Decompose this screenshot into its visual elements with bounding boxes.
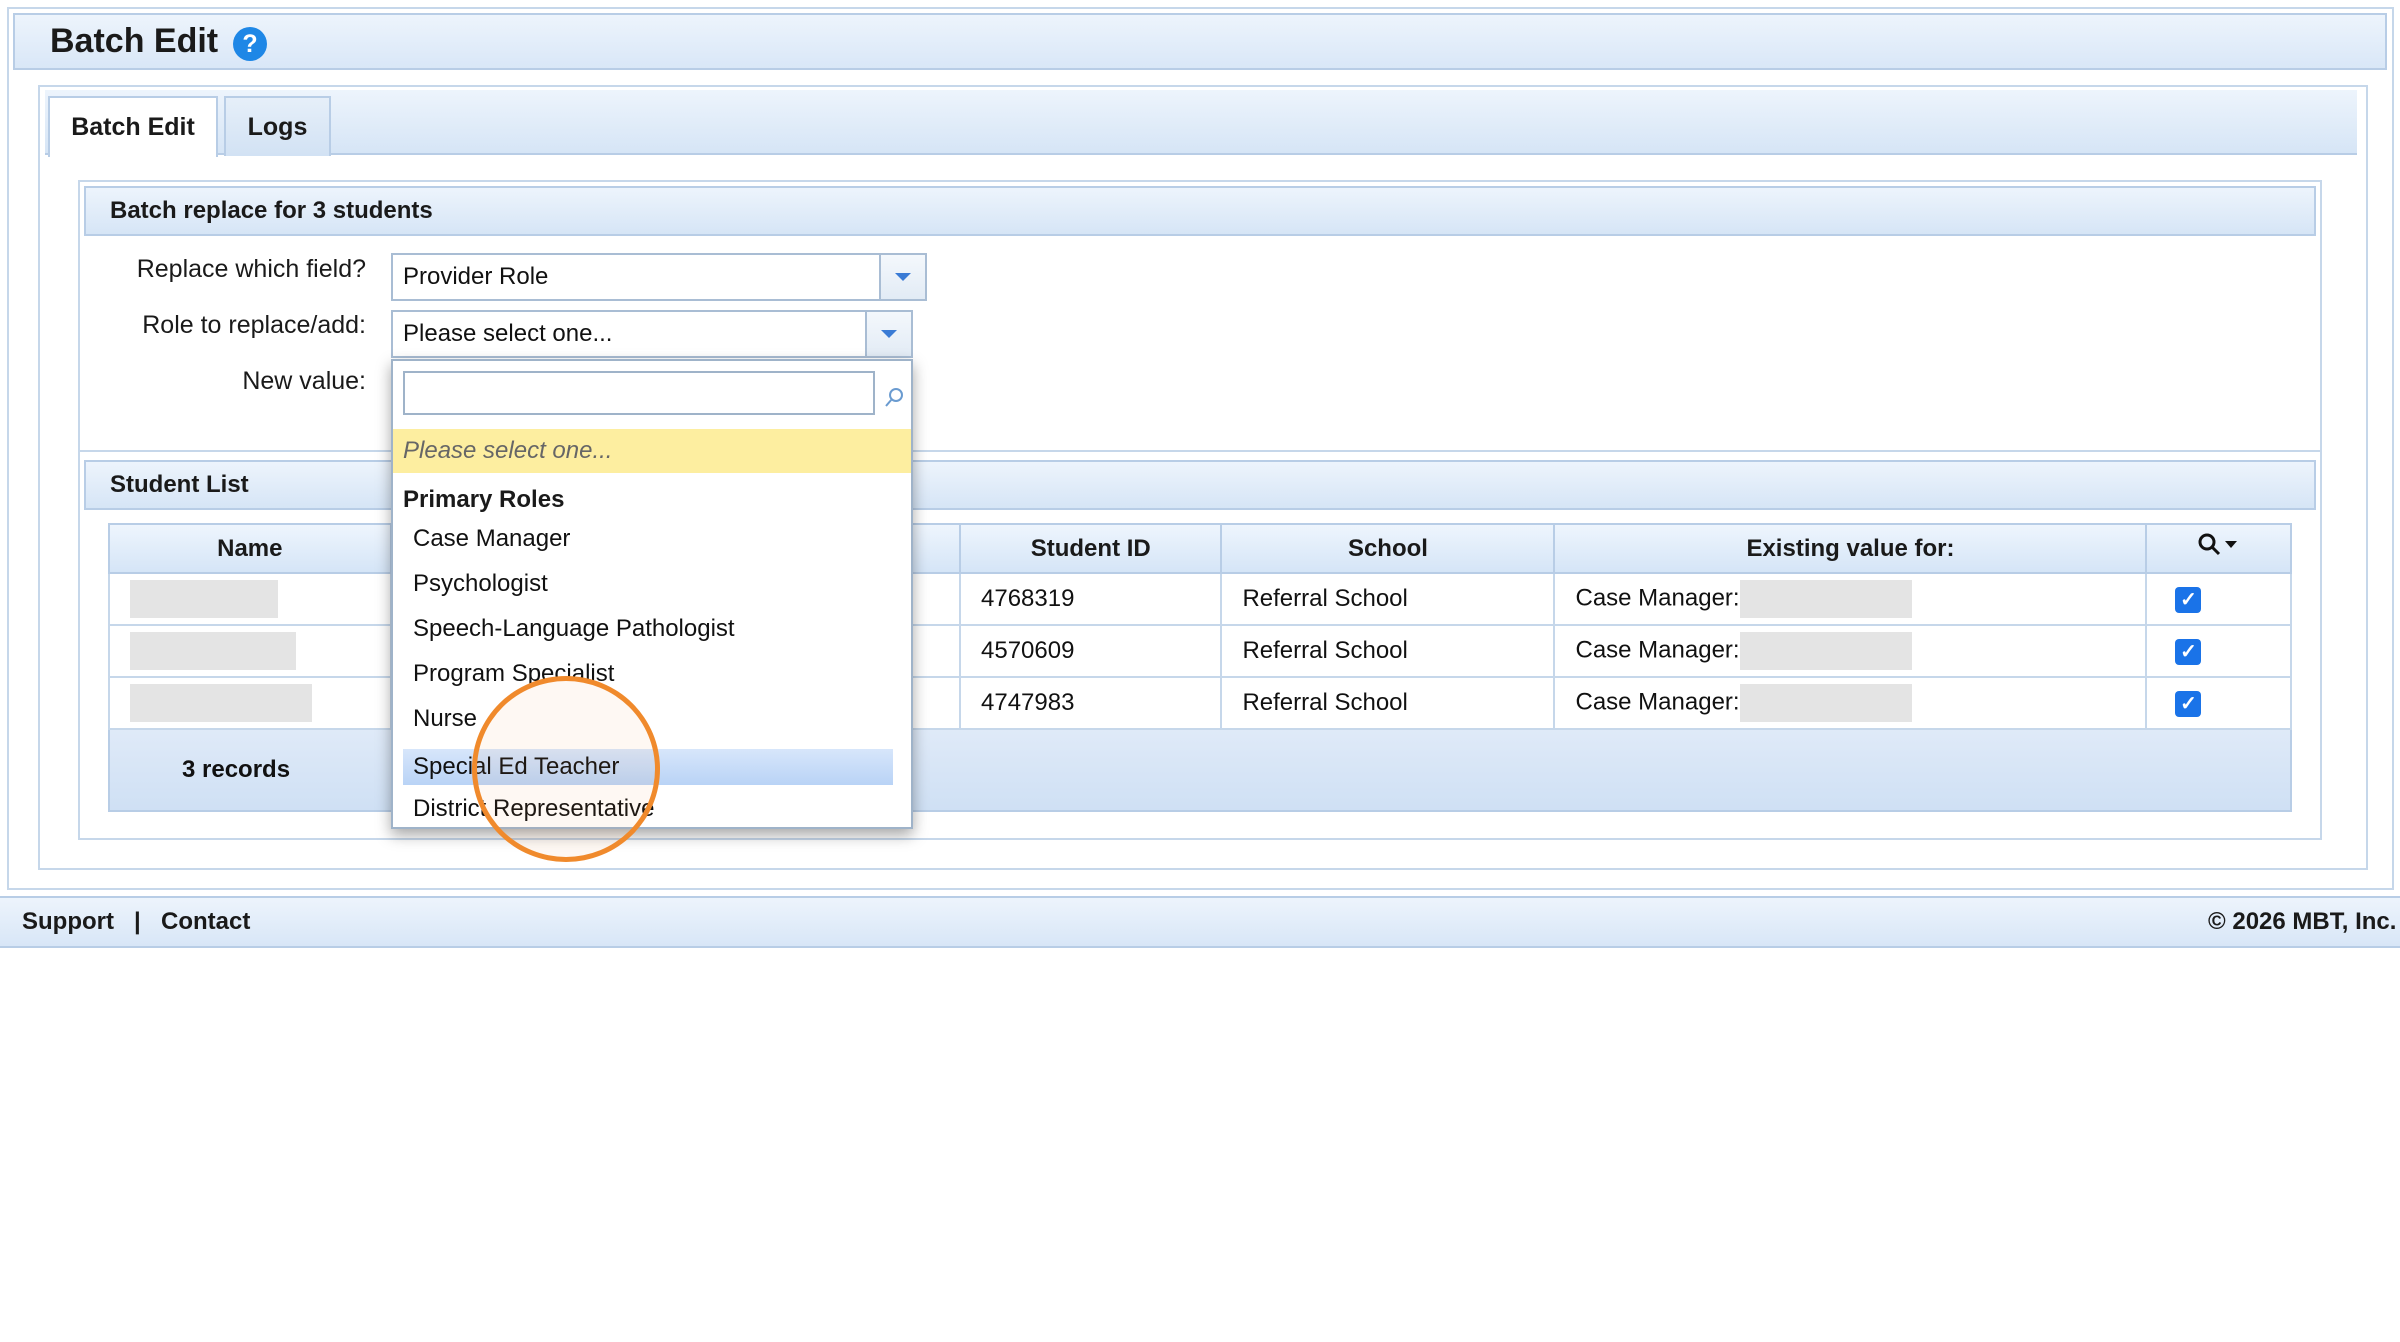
select-cell[interactable]: ✓	[2145, 676, 2292, 730]
checkbox-checked-icon[interactable]: ✓	[2175, 691, 2202, 717]
col-school[interactable]: School	[1220, 523, 1556, 574]
student-id-cell: 4570609	[959, 624, 1223, 678]
checkbox-checked-icon[interactable]: ✓	[2175, 639, 2202, 665]
redacted-name	[130, 632, 296, 670]
existing-value-label: Case Manager:	[1575, 584, 1740, 612]
select-cell[interactable]: ✓	[2145, 572, 2292, 626]
col-student-id[interactable]: Student ID	[959, 523, 1223, 574]
tab-logs[interactable]: Logs	[224, 96, 331, 156]
footer-bar	[0, 896, 2400, 948]
chevron-down-icon[interactable]	[865, 312, 911, 356]
new-value-label: New value:	[242, 367, 366, 395]
batch-heading: Batch replace for 3 students	[84, 186, 2316, 236]
tab-batch-edit[interactable]: Batch Edit	[48, 96, 218, 157]
dropdown-search-input[interactable]	[403, 371, 875, 415]
search-icon[interactable]	[2197, 532, 2241, 558]
redacted-name	[130, 580, 278, 618]
name-cell	[108, 572, 392, 626]
redacted-value	[1739, 684, 1912, 722]
col-existing-value[interactable]: Existing value for:	[1553, 523, 2148, 574]
field-select[interactable]: Provider Role	[391, 253, 927, 301]
existing-value-cell: Case Manager:	[1553, 624, 2148, 678]
page-title: Batch Edit	[50, 22, 219, 60]
existing-value-label: Case Manager:	[1575, 636, 1740, 664]
support-link[interactable]: Support	[22, 908, 114, 936]
help-icon[interactable]: ?	[233, 27, 267, 61]
school-cell: Referral School	[1220, 676, 1556, 730]
checkbox-checked-icon[interactable]: ✓	[2175, 587, 2202, 613]
dropdown-item-psychologist[interactable]: Psychologist	[403, 566, 893, 602]
click-highlight-ring	[472, 676, 660, 862]
student-id-cell: 4747983	[959, 676, 1223, 730]
dropdown-item-speech-language-pathologist[interactable]: Speech-Language Pathologist	[403, 611, 893, 647]
existing-value-cell: Case Manager:	[1553, 572, 2148, 626]
title-bar	[13, 13, 2387, 70]
col-filter[interactable]	[2145, 523, 2292, 574]
school-cell: Referral School	[1220, 572, 1556, 626]
footer-separator: |	[134, 908, 141, 935]
select-cell[interactable]: ✓	[2145, 624, 2292, 678]
school-cell: Referral School	[1220, 624, 1556, 678]
redacted-value	[1739, 632, 1912, 670]
existing-value-label: Case Manager:	[1575, 688, 1740, 716]
chevron-down-icon[interactable]	[879, 255, 925, 299]
tab-strip	[45, 90, 2357, 155]
search-icon	[885, 388, 903, 407]
redacted-name	[130, 684, 312, 722]
student-id-cell: 4768319	[959, 572, 1223, 626]
contact-link[interactable]: Contact	[161, 908, 250, 936]
name-cell	[108, 676, 392, 730]
field-label: Replace which field?	[136, 255, 366, 283]
role-select-value: Please select one...	[403, 320, 613, 347]
col-name[interactable]: Name	[108, 523, 392, 574]
dropdown-item-program-specialist[interactable]: Program Specialist	[403, 656, 893, 692]
existing-value-cell: Case Manager:	[1553, 676, 2148, 730]
role-select[interactable]: Please select one...	[391, 310, 913, 358]
name-cell	[108, 624, 392, 678]
dropdown-group-primary-roles: Primary Roles	[403, 486, 565, 513]
dropdown-placeholder-option[interactable]: Please select one...	[393, 429, 911, 473]
copyright: © 2026 MBT, Inc.	[2208, 908, 2397, 935]
dropdown-item-case-manager[interactable]: Case Manager	[403, 521, 893, 557]
redacted-value	[1739, 580, 1912, 618]
field-select-value: Provider Role	[403, 263, 549, 290]
role-label: Role to replace/add:	[142, 311, 366, 339]
